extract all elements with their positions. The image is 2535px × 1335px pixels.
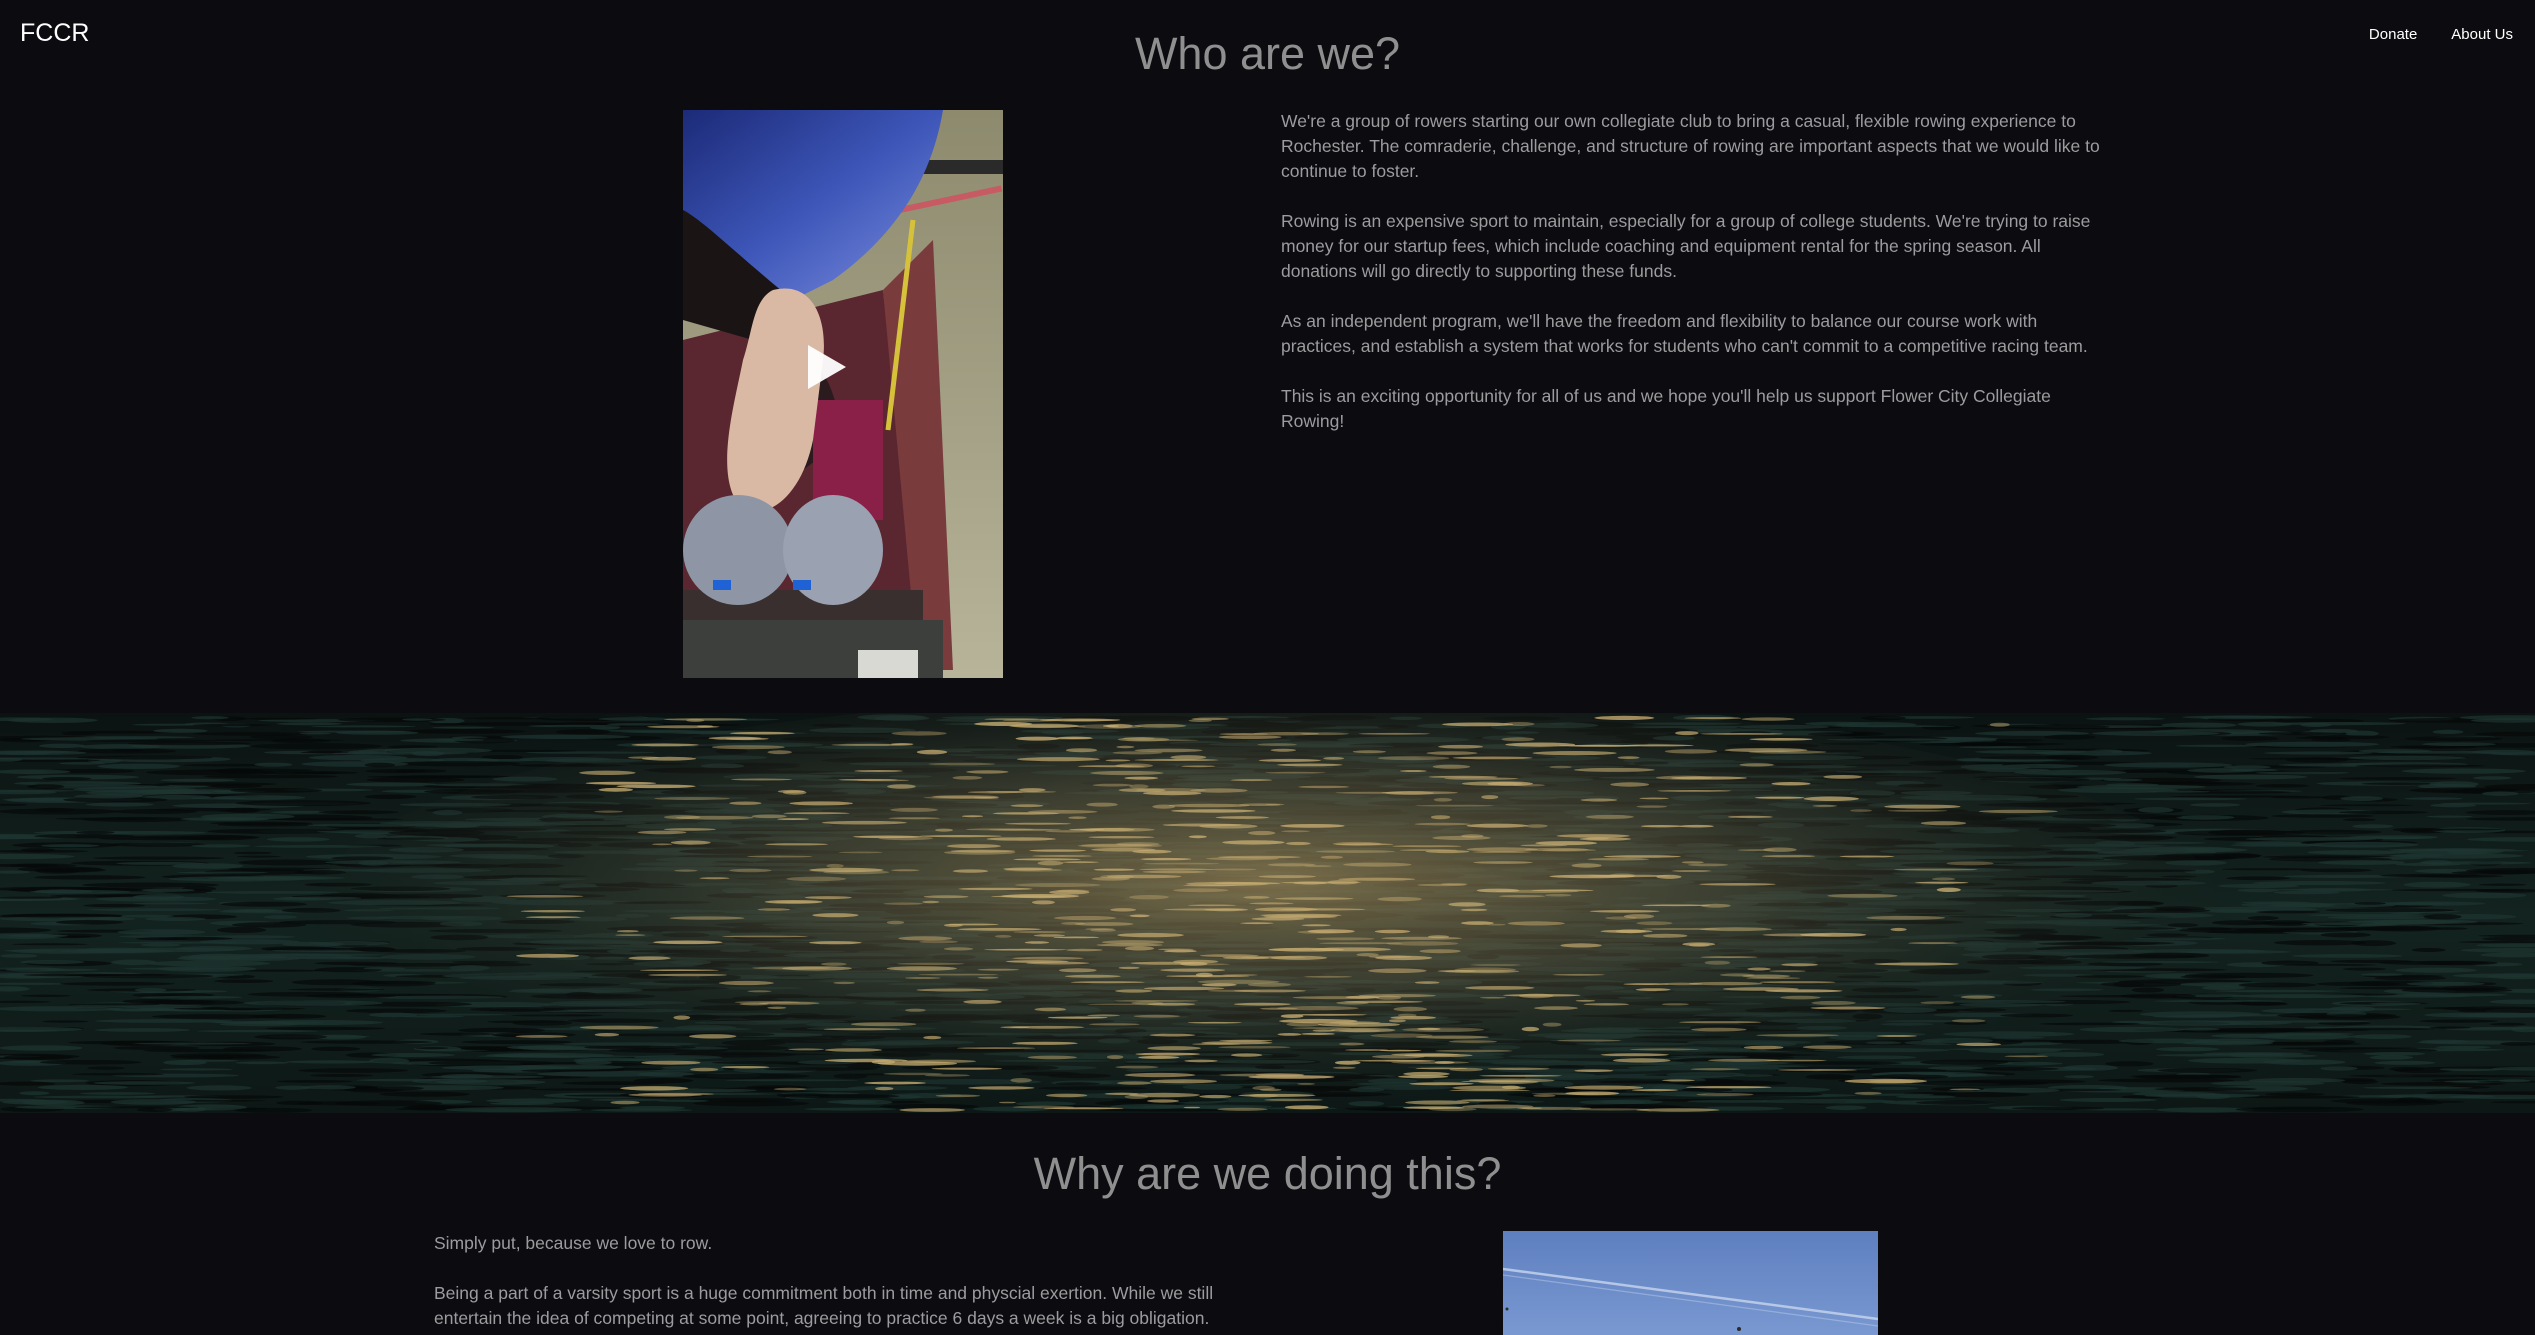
why-description: Simply put, because we love to row. Bein… [434, 1231, 1254, 1335]
who-paragraph: Rowing is an expensive sport to maintain… [1281, 211, 2091, 281]
who-heading: Who are we? [1134, 28, 1401, 79]
why-paragraph: Simply put, because we love to row. [434, 1233, 713, 1253]
who-paragraph: As an independent program, we'll have th… [1281, 311, 2088, 356]
video-frame-image [683, 110, 1003, 678]
why-paragraph: Being a part of a varsity sport is a hug… [434, 1283, 1214, 1328]
page: FCCR Donate About Us Who are we? We're a… [0, 0, 2535, 1335]
sky-photo-image [1503, 1231, 1878, 1335]
who-paragraph: We're a group of rowers starting our own… [1281, 111, 2100, 181]
water-banner-image [0, 713, 2535, 1113]
rowing-video[interactable] [683, 110, 1003, 678]
play-icon[interactable] [808, 345, 846, 389]
who-description: We're a group of rowers starting our own… [1281, 109, 2111, 459]
who-paragraph: This is an exciting opportunity for all … [1281, 386, 2051, 431]
why-heading: Why are we doing this? [1033, 1148, 1502, 1199]
